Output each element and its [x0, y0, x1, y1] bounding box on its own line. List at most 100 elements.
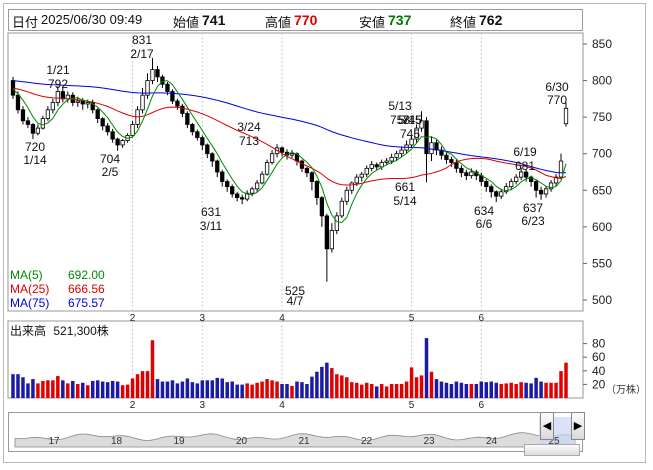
candle-down [235, 193, 240, 199]
candle-up [289, 153, 295, 156]
volume-bar [404, 381, 409, 398]
price-tick-label: 800 [592, 74, 612, 88]
volume-bar [230, 381, 234, 398]
volume-bar [484, 382, 489, 398]
candle-up [45, 109, 51, 119]
volume-bar [529, 383, 533, 398]
volume-bar [504, 383, 508, 398]
volume-axis: 80604020 [583, 337, 606, 391]
legend-ma5-value: 692.00 [68, 268, 105, 282]
volume-bar [220, 378, 224, 398]
volume-bar [95, 380, 100, 398]
annotation-label: 5/13 [388, 99, 412, 113]
candle-up [384, 160, 389, 163]
volume-bar [90, 380, 95, 398]
candle-down [459, 167, 464, 174]
volume-bar [549, 382, 553, 398]
volume-bar [145, 371, 150, 398]
volume-bar [66, 383, 70, 398]
volume-bar [51, 380, 55, 398]
candle-down [215, 160, 220, 173]
volume-bar [155, 379, 160, 398]
candle-down [434, 142, 439, 151]
stock-chart-svg: 850 800 750 700 650 600 550 500 80604020 8312/1… [7, 32, 612, 411]
candle-down [464, 172, 469, 177]
volume-bar [205, 380, 210, 398]
volume-bar [225, 382, 229, 398]
volume-bar [46, 380, 50, 398]
volume-bar [135, 374, 140, 398]
candle-down [10, 80, 16, 96]
volume-bar [429, 371, 434, 398]
volume-bar [185, 378, 190, 398]
navigator-panel[interactable]: 17 18 19 20 21 22 23 24 25 [8, 412, 583, 452]
price-tick-label: 700 [592, 147, 612, 161]
legend-ma5: MA(5) 692.00 [10, 268, 105, 282]
annotation-label: 770 [547, 93, 567, 107]
volume-bar [36, 383, 40, 398]
candle-up [150, 69, 155, 81]
volume-bar [449, 383, 454, 398]
legend-ma5-label: MA(5) [10, 268, 43, 282]
scroll-left-button[interactable]: ◀ [540, 412, 554, 440]
navigator-week-label: 20 [236, 436, 248, 447]
candle-down [309, 172, 315, 182]
annotation-label: 1/14 [23, 153, 47, 167]
candle-down [200, 137, 205, 146]
volume-bar [374, 386, 379, 398]
volume-bars [11, 338, 568, 398]
candle-up [55, 91, 60, 103]
volume-bar [499, 383, 503, 398]
volume-bar [369, 383, 374, 398]
candle-down [454, 162, 459, 169]
candle-down [444, 154, 449, 160]
candle-down [190, 124, 195, 133]
volume-bar [424, 338, 429, 398]
candle-down [324, 215, 330, 250]
annotation-label: 2/17 [130, 47, 154, 61]
scroll-right-button[interactable]: ▶ [571, 412, 585, 440]
candle-up [499, 191, 504, 197]
annotation-label: 745 [402, 113, 422, 127]
volume-bar [459, 382, 464, 398]
volume-bar [170, 380, 175, 398]
volume-header: 出来高 521,300株 [10, 324, 109, 338]
candle-up [329, 230, 334, 250]
month-label: 5 [409, 400, 415, 411]
volume-bar [265, 379, 269, 398]
volume-bar [250, 384, 254, 398]
annotation-label: 637 [523, 201, 543, 215]
volume-bar [41, 380, 45, 398]
volume-bar [489, 381, 494, 398]
volume-bar [409, 367, 414, 398]
month-label: 6 [479, 400, 485, 411]
volume-bar [11, 374, 15, 398]
volume-unit: （万株） [606, 385, 646, 396]
candle-down [15, 94, 21, 111]
candle-down [230, 186, 235, 195]
candle-up [120, 140, 125, 146]
volume-bar [300, 382, 304, 398]
volume-bar [26, 383, 30, 398]
candle-up [514, 176, 519, 182]
volume-bar [61, 380, 65, 398]
month-label: 2 [130, 400, 136, 411]
candle-up [259, 173, 265, 184]
navigator-week-label: 17 [48, 436, 60, 447]
volume-bar [534, 377, 538, 398]
candle-up [429, 142, 434, 155]
candle-up [130, 124, 135, 136]
candle-down [484, 181, 489, 188]
annotation-label: 792 [48, 77, 68, 91]
range-selector[interactable] [524, 444, 580, 456]
volume-bar [280, 383, 284, 398]
volume-bar [519, 382, 523, 398]
candle-down [304, 167, 310, 174]
volume-bar [16, 374, 20, 398]
legend-ma25-value: 666.56 [68, 282, 105, 296]
ma25-line [12, 87, 567, 186]
volume-bar [21, 377, 25, 398]
annotation-label: 6/19 [513, 145, 537, 159]
volume-bar [539, 381, 543, 398]
volume-bar [160, 381, 165, 398]
